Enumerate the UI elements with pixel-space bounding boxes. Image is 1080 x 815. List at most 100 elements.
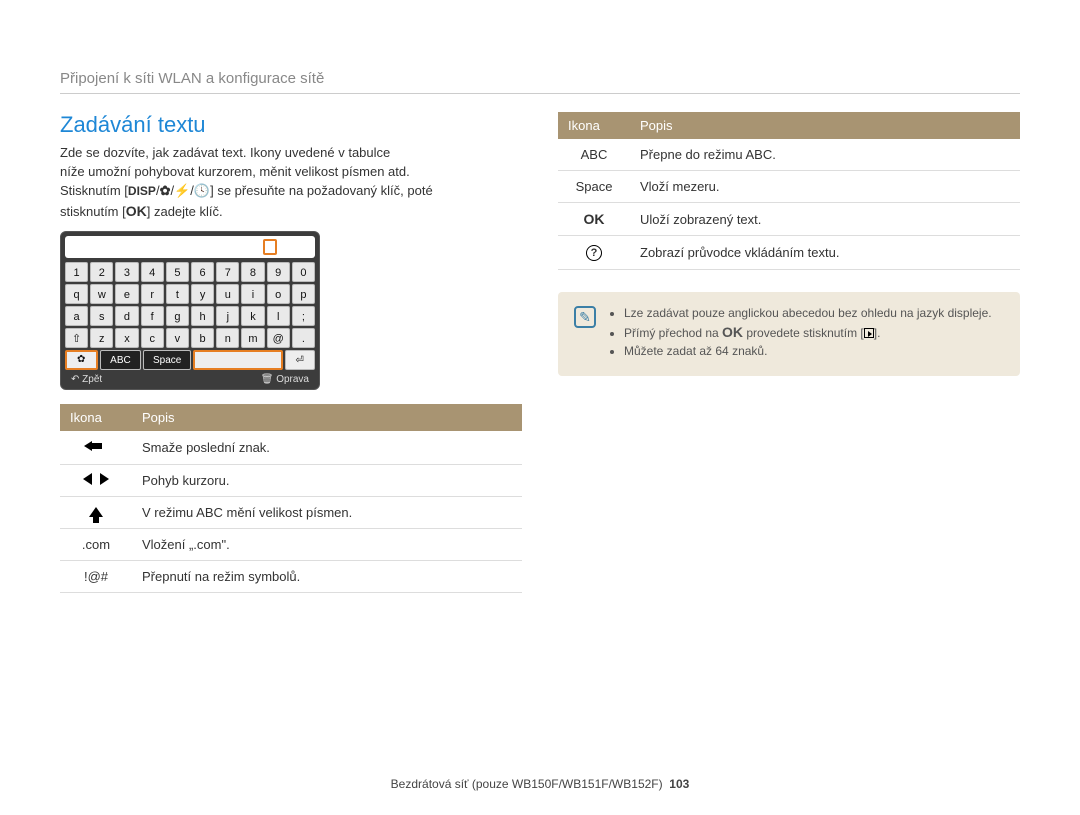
note-box: ✎ Lze zadávat pouze anglickou abecedou b…: [558, 292, 1020, 376]
keyboard-key: t: [166, 284, 189, 304]
section-title: Zadávání textu: [60, 112, 522, 138]
icon-text: .com: [82, 537, 110, 552]
note-item: Přímý přechod na OK provedete stisknutím…: [624, 324, 992, 340]
kb-foot-left: ↶ Zpět: [71, 374, 102, 385]
note-item: Lze zadávat pouze anglickou abecedou bez…: [624, 306, 992, 320]
backspace-icon: [84, 439, 108, 453]
keyboard-key: v: [166, 328, 189, 348]
keyboard-key: 5: [166, 262, 189, 282]
keyboard-key: 1: [65, 262, 88, 282]
disp-symbol: DISP: [128, 184, 156, 198]
right-desc-cell: Uloží zobrazený text.: [630, 203, 1020, 236]
intro-line-1: Zde se dozvíte, jak zadávat text. Ikony …: [60, 145, 390, 160]
page-footer: Bezdrátová síť (pouze WB150F/WB151F/WB15…: [0, 777, 1080, 791]
keyboard-key: e: [115, 284, 138, 304]
right-table-head-desc: Popis: [630, 112, 1020, 139]
keyboard-row: qwertyuiop: [65, 284, 315, 304]
table-row: Pohyb kurzoru.: [60, 465, 522, 497]
page-header: Připojení k síti WLAN a konﬁgurace sítě: [60, 70, 1020, 94]
left-icon-cell: !@#: [60, 561, 132, 593]
right-column: Ikona Popis ABCPřepne do režimu ABC.Spac…: [558, 112, 1020, 593]
keyboard-key: 0: [292, 262, 315, 282]
keyboard-key: ⇧: [65, 328, 88, 348]
left-column: Zadávání textu Zde se dozvíte, jak zadáv…: [60, 112, 522, 593]
keyboard-key: z: [90, 328, 113, 348]
keyboard-key: f: [141, 306, 164, 326]
ok-icon: OK: [584, 211, 605, 227]
left-table: Ikona Popis Smaže poslední znak. Pohyb k…: [60, 404, 522, 593]
intro-line-4a: stisknutím [: [60, 204, 126, 219]
keyboard-key: m: [241, 328, 264, 348]
table-row: ?Zobrazí průvodce vkládáním textu.: [558, 236, 1020, 270]
keyboard-key: i: [241, 284, 264, 304]
keyboard-key: q: [65, 284, 88, 304]
keyboard-key: 2: [90, 262, 113, 282]
right-icon-cell: Space: [558, 171, 630, 203]
keyboard-key: 3: [115, 262, 138, 282]
keyboard-key: g: [166, 306, 189, 326]
right-icon-cell: OK: [558, 203, 630, 236]
triangle-right-icon: [100, 473, 109, 485]
keyboard-key: @: [267, 328, 290, 348]
table-row: ABCPřepne do režimu ABC.: [558, 139, 1020, 171]
keyboard-textbox: [65, 236, 315, 258]
keyboard-key: w: [90, 284, 113, 304]
right-desc-cell: Vloží mezeru.: [630, 171, 1020, 203]
ok-inline-icon: OK: [722, 324, 743, 340]
keyboard-key: 9: [267, 262, 290, 282]
keyboard-key: k: [241, 306, 264, 326]
left-table-head-icon: Ikona: [60, 404, 132, 431]
left-desc-cell: Přepnutí na režim symbolů.: [132, 561, 522, 593]
intro-line-2: níže umožní pohybovat kurzorem, měnit ve…: [60, 164, 410, 179]
kb-space-key: Space: [143, 350, 191, 370]
left-desc-cell: Pohyb kurzoru.: [132, 465, 522, 497]
note-list: Lze zadávat pouze anglickou abecedou bez…: [608, 306, 992, 362]
kb-enter-key: ⏎: [285, 350, 316, 370]
right-icon-cell: ABC: [558, 139, 630, 171]
keyboard-footer: ↶ Zpět 🗑 Oprava: [65, 372, 315, 385]
left-desc-cell: Vložení „.com".: [132, 529, 522, 561]
keyboard-bottom-row: ✿ ABC Space ⏎: [65, 350, 315, 370]
left-desc-cell: V režimu ABC mění velikost písmen.: [132, 497, 522, 529]
keyboard-key: ;: [292, 306, 315, 326]
keyboard-key: l: [267, 306, 290, 326]
icon-text: ABC: [581, 147, 608, 162]
content-columns: Zadávání textu Zde se dozvíte, jak zadáv…: [60, 112, 1020, 593]
keyboard-key: 6: [191, 262, 214, 282]
keyboard-caret: [263, 239, 277, 255]
right-icon-cell: ?: [558, 236, 630, 270]
table-row: SpaceVloží mezeru.: [558, 171, 1020, 203]
footer-page: 103: [669, 777, 689, 791]
intro-line-3b: ] se přesuňte na požadovaný klíč, poté: [210, 183, 433, 198]
keyboard-key: c: [141, 328, 164, 348]
keyboard-key: 4: [141, 262, 164, 282]
icon-text: !@#: [84, 569, 108, 584]
keyboard-key: o: [267, 284, 290, 304]
kb-wide-key: [193, 350, 283, 370]
keyboard-key: .: [292, 328, 315, 348]
keyboard-row: 1234567890: [65, 262, 315, 282]
keyboard-key: u: [216, 284, 239, 304]
intro-line-4b: ] zadejte klíč.: [147, 204, 223, 219]
table-row: V režimu ABC mění velikost písmen.: [60, 497, 522, 529]
table-row: !@# Přepnutí na režim symbolů.: [60, 561, 522, 593]
kb-sym-key: ✿: [65, 350, 98, 370]
left-icon-cell: [60, 497, 132, 529]
keyboard-key: d: [115, 306, 138, 326]
kb-foot-right: 🗑 Oprava: [261, 374, 309, 385]
table-row: Smaže poslední znak.: [60, 431, 522, 465]
footer-text: Bezdrátová síť (pouze WB150F/WB151F/WB15…: [391, 777, 663, 791]
left-icon-cell: [60, 431, 132, 465]
keyboard-key: 8: [241, 262, 264, 282]
flower-icon: ✿: [160, 183, 171, 198]
left-icon-cell: [60, 465, 132, 497]
left-table-head-desc: Popis: [132, 404, 522, 431]
keyboard-key: s: [90, 306, 113, 326]
keyboard-key: x: [115, 328, 138, 348]
intro-paragraph: Zde se dozvíte, jak zadávat text. Ikony …: [60, 144, 522, 221]
left-desc-cell: Smaže poslední znak.: [132, 431, 522, 465]
right-table: Ikona Popis ABCPřepne do režimu ABC.Spac…: [558, 112, 1020, 270]
note-item: Můžete zadat až 64 znaků.: [624, 344, 992, 358]
timer-icon: 🕓: [194, 183, 210, 198]
keyboard-graphic: 1234567890qwertyuiopasdfghjkl;⇧zxcvbnm@.…: [60, 231, 320, 390]
